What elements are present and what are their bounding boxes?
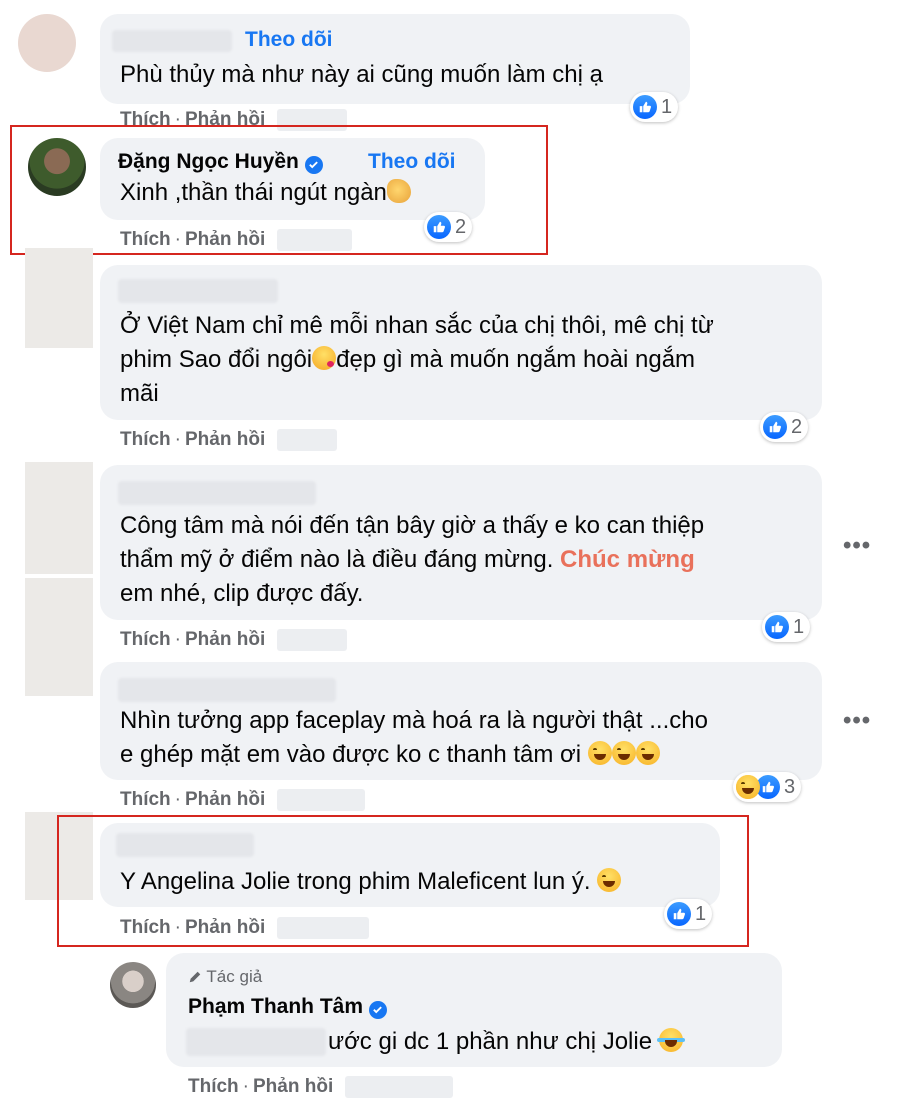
comment-text: Nhìn tưởng app faceplay mà hoá ra là ngư… bbox=[120, 707, 708, 768]
like-icon bbox=[763, 415, 787, 439]
comment-text: Phù thủy mà như này ai cũng muốn làm chị… bbox=[120, 61, 603, 88]
commenter-name[interactable]: Phạm Thanh Tâm bbox=[188, 995, 387, 1019]
reaction-count: 3 bbox=[784, 775, 796, 798]
reaction-summary[interactable]: 1 bbox=[630, 92, 679, 122]
reply-actions: Thích · Phản hồi bbox=[188, 1076, 453, 1098]
comment-actions: Thích · Phản hồi bbox=[120, 629, 347, 651]
reaction-count: 1 bbox=[793, 615, 805, 638]
redacted-name bbox=[118, 678, 336, 702]
like-icon bbox=[633, 95, 657, 119]
avatar[interactable] bbox=[18, 14, 76, 72]
kissing-face-icon bbox=[312, 346, 337, 370]
comment-bubble: Nhìn tưởng app faceplay mà hoá ra là ngư… bbox=[100, 662, 822, 780]
pen-icon bbox=[188, 967, 202, 986]
comment-text: Ở Việt Nam chỉ mê mỗi nhan sắc của chị t… bbox=[120, 312, 714, 407]
annotation-highlight-box bbox=[57, 815, 749, 947]
comment-bubble: Theo dõi Phù thủy mà như này ai cũng muố… bbox=[100, 14, 690, 104]
reply-button[interactable]: Phản hồi bbox=[185, 429, 265, 450]
redacted-mention bbox=[186, 1028, 326, 1056]
laughing-face-icon bbox=[587, 741, 612, 765]
reply-button[interactable]: Phản hồi bbox=[185, 789, 265, 810]
reply-button[interactable]: Phản hồi bbox=[253, 1076, 333, 1097]
haha-icon bbox=[736, 775, 760, 799]
reaction-summary[interactable]: 1 bbox=[762, 612, 811, 642]
avatar[interactable] bbox=[25, 248, 93, 348]
avatar[interactable] bbox=[110, 962, 156, 1008]
like-button[interactable]: Thích bbox=[188, 1076, 239, 1097]
laughing-face-icon bbox=[635, 741, 660, 765]
redacted-name bbox=[112, 30, 232, 52]
author-tag: Tác giả bbox=[188, 967, 262, 987]
highlighted-phrase[interactable]: Chúc mừng bbox=[560, 546, 695, 573]
like-button[interactable]: Thích bbox=[120, 429, 171, 450]
redacted-name bbox=[118, 279, 278, 303]
laughing-face-icon bbox=[611, 741, 636, 765]
avatar[interactable] bbox=[25, 578, 93, 696]
redacted-timestamp bbox=[276, 789, 365, 811]
tears-of-joy-icon bbox=[656, 1028, 685, 1052]
redacted-name bbox=[118, 481, 316, 505]
annotation-highlight-box bbox=[10, 125, 548, 255]
reply-bubble: Tác giả Phạm Thanh Tâm ước gi dc 1 phần … bbox=[166, 953, 782, 1067]
comment-bubble: Ở Việt Nam chỉ mê mỗi nhan sắc của chị t… bbox=[100, 265, 822, 420]
more-options-button[interactable]: ••• bbox=[843, 532, 871, 560]
comment-actions: Thích · Phản hồi bbox=[120, 429, 337, 451]
redacted-timestamp bbox=[276, 629, 347, 651]
verified-badge-icon bbox=[368, 1000, 387, 1019]
reply-button[interactable]: Phản hồi bbox=[185, 629, 265, 650]
reaction-count: 1 bbox=[661, 95, 673, 118]
reaction-summary[interactable]: 2 bbox=[760, 412, 809, 442]
redacted-timestamp bbox=[276, 429, 337, 451]
like-icon bbox=[765, 615, 789, 639]
redacted-timestamp bbox=[344, 1076, 453, 1098]
more-options-button[interactable]: ••• bbox=[843, 707, 871, 735]
comment-text: Công tâm mà nói đến tận bây giờ a thấy e… bbox=[120, 512, 705, 607]
comment-actions: Thích · Phản hồi bbox=[120, 789, 365, 811]
follow-link[interactable]: Theo dõi bbox=[245, 28, 333, 52]
reaction-count: 2 bbox=[791, 415, 803, 438]
avatar[interactable] bbox=[25, 462, 93, 574]
reply-text: ước gi dc 1 phần như chị Jolie bbox=[328, 1025, 685, 1059]
like-button[interactable]: Thích bbox=[120, 789, 171, 810]
like-button[interactable]: Thích bbox=[120, 629, 171, 650]
reaction-summary[interactable]: 3 bbox=[733, 772, 802, 802]
comment-bubble: Công tâm mà nói đến tận bây giờ a thấy e… bbox=[100, 465, 822, 620]
